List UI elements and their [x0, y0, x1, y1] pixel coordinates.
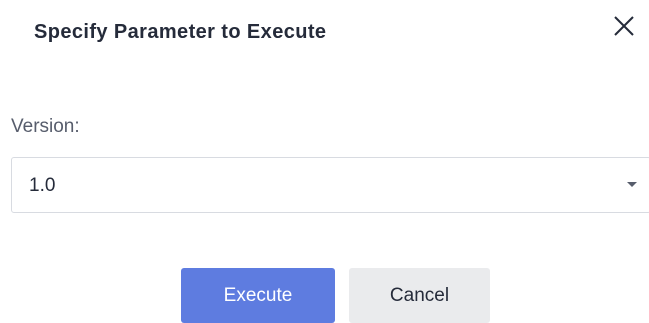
caret-down-icon: [627, 182, 637, 187]
version-label: Version:: [11, 116, 80, 137]
close-icon: [614, 16, 634, 36]
dialog-title: Specify Parameter to Execute: [34, 21, 327, 43]
execute-parameter-dialog: Specify Parameter to Execute Version: 1.…: [0, 0, 649, 323]
close-button[interactable]: [610, 12, 638, 40]
execute-button[interactable]: Execute: [181, 268, 335, 323]
version-select[interactable]: 1.0: [11, 157, 649, 213]
cancel-button[interactable]: Cancel: [349, 268, 490, 323]
version-select-value: 1.0: [29, 175, 56, 196]
